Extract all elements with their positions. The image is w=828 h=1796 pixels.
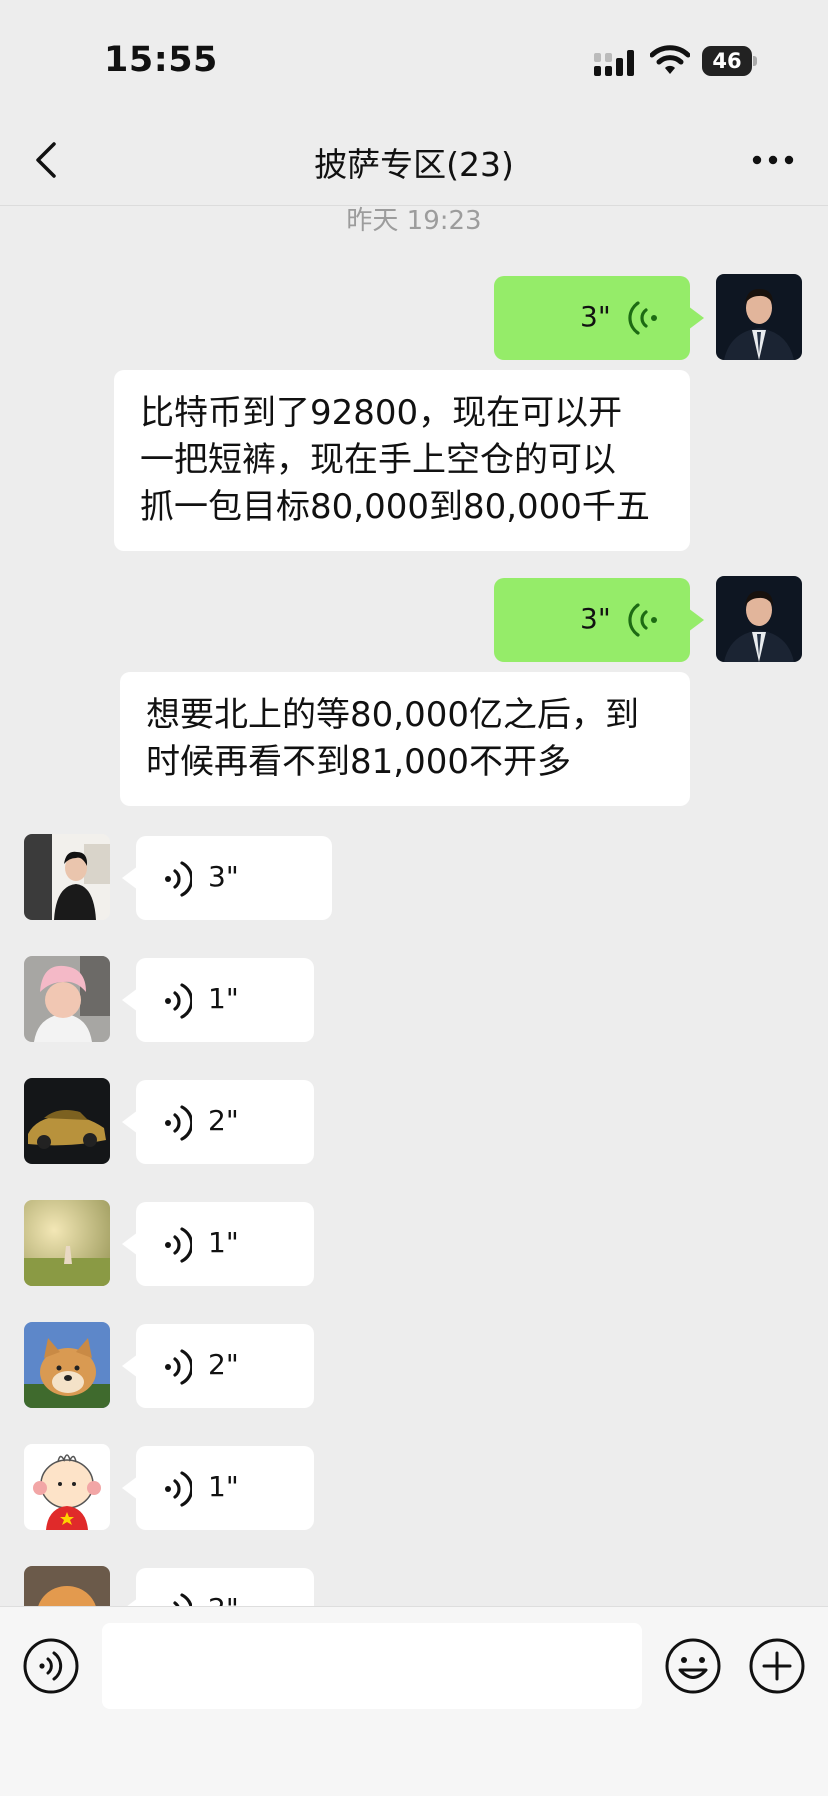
voice-wave-icon (628, 603, 657, 637)
voice-wave-icon (165, 983, 192, 1019)
chat-title: 披萨专区(23) (314, 145, 514, 184)
my-avatar[interactable] (716, 274, 802, 360)
voice-message-in[interactable]: 1" (122, 1202, 314, 1286)
signal-icon (594, 50, 634, 76)
voice-duration: 1" (208, 1226, 239, 1259)
voice-duration: 3" (580, 602, 611, 635)
voice-input-icon[interactable] (22, 1637, 80, 1695)
emoji-icon[interactable] (664, 1637, 722, 1695)
voice-message-in[interactable]: 1" (122, 958, 314, 1042)
sender-avatar[interactable] (24, 1566, 110, 1608)
message-line: 比特币到了92800，现在可以开 (140, 393, 623, 433)
voice-wave-icon (165, 861, 192, 897)
more-icon[interactable] (748, 138, 798, 182)
battery-indicator: 46 (702, 46, 757, 76)
plus-icon[interactable] (748, 1637, 806, 1695)
message-list[interactable]: 昨天 19:23 3" 比特币到了92800，现在可以开 一把短裤，现在手上空仓… (0, 206, 828, 1608)
voice-message-in[interactable]: 2" (122, 1080, 314, 1164)
voice-duration: 1" (208, 982, 239, 1015)
voice-wave-icon (628, 301, 657, 335)
wifi-icon (650, 45, 690, 74)
text-message-in[interactable]: 想要北上的等80,000亿之后，到 时候再看不到81,000不开多 (120, 672, 690, 806)
nav-bar: 披萨专区(23) (0, 120, 828, 206)
message-timestamp: 昨天 19:23 (346, 206, 482, 236)
voice-wave-icon (165, 1105, 192, 1141)
my-avatar[interactable] (716, 576, 802, 662)
sender-avatar[interactable] (24, 1200, 110, 1286)
voice-duration: 2" (208, 1104, 239, 1137)
message-line: 抓一包目标80,000到80,000千五 (140, 487, 650, 527)
voice-wave-icon (165, 1227, 192, 1263)
status-bar: 15:55 46 (0, 0, 828, 120)
voice-message-in[interactable]: 2" (122, 1324, 314, 1408)
voice-duration: 1" (208, 1470, 239, 1503)
message-line: 时候再看不到81,000不开多 (146, 742, 571, 782)
voice-message-out[interactable]: 3" (494, 276, 704, 360)
voice-message-out[interactable]: 3" (494, 578, 704, 662)
voice-message-in[interactable]: 1" (122, 1446, 314, 1530)
battery-level: 46 (712, 49, 742, 73)
sender-avatar[interactable] (24, 1444, 110, 1530)
message-line: 一把短裤，现在手上空仓的可以 (140, 440, 616, 480)
sender-avatar[interactable] (24, 1322, 110, 1408)
status-time: 15:55 (104, 40, 218, 80)
sender-avatar[interactable] (24, 956, 110, 1042)
message-line: 想要北上的等80,000亿之后，到 (146, 695, 639, 735)
sender-avatar[interactable] (24, 1078, 110, 1164)
sender-avatar[interactable] (24, 834, 110, 920)
voice-duration: 2" (208, 1348, 239, 1381)
voice-duration: 3" (208, 860, 239, 893)
voice-duration: 3" (580, 300, 611, 333)
voice-wave-icon (165, 1471, 192, 1507)
chevron-left-icon[interactable] (28, 138, 68, 182)
text-message-in[interactable]: 比特币到了92800，现在可以开 一把短裤，现在手上空仓的可以 抓一包目标80,… (114, 370, 690, 551)
voice-message-in[interactable]: 2" (122, 1568, 314, 1608)
message-input[interactable] (102, 1623, 642, 1709)
input-bar (0, 1606, 828, 1796)
voice-message-in[interactable]: 3" (122, 836, 332, 920)
voice-wave-icon (165, 1349, 192, 1385)
